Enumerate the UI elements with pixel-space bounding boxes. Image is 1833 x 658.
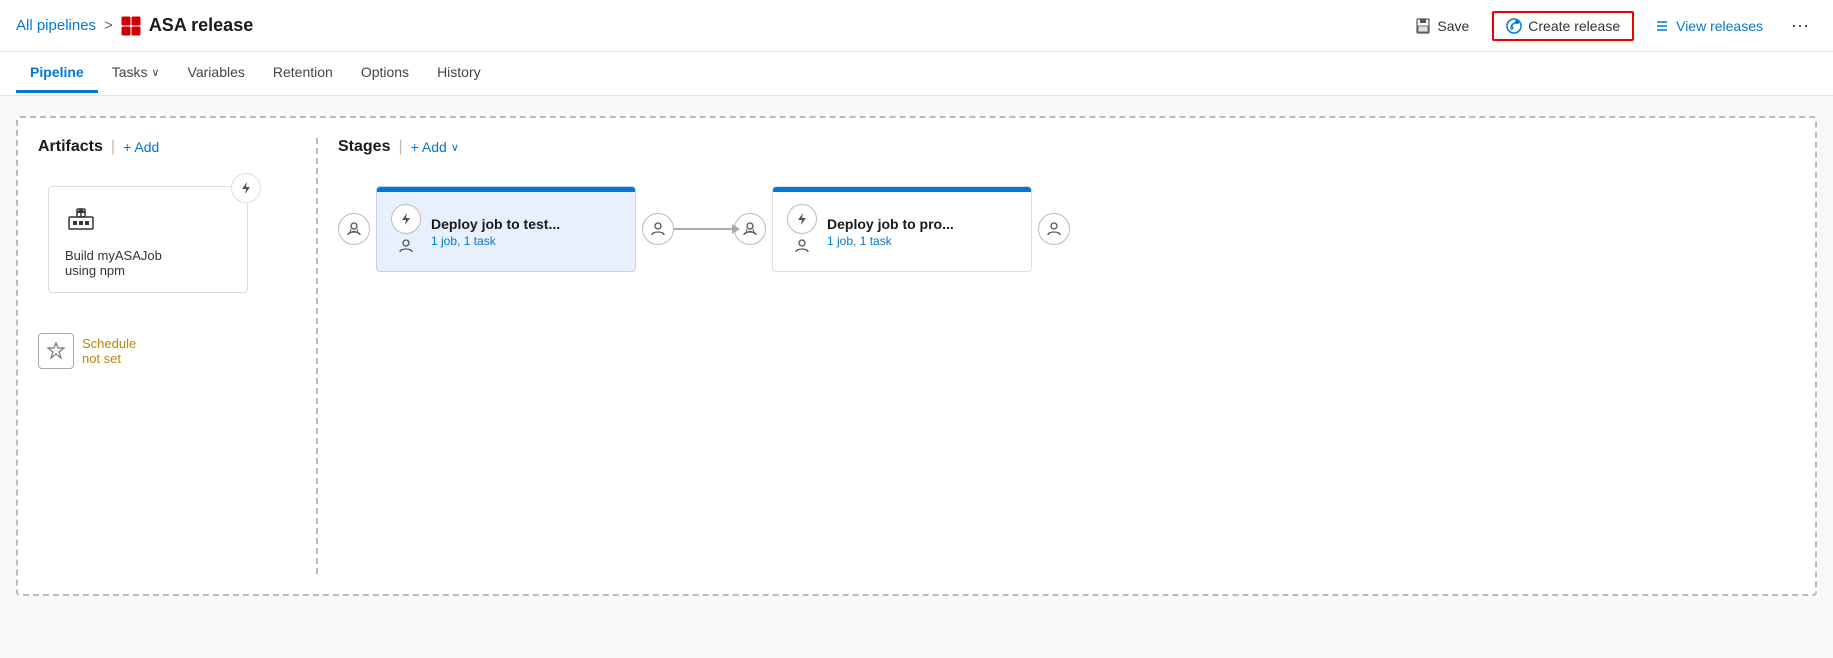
create-release-button[interactable]: Create release (1492, 11, 1634, 41)
stages-panel: Stages | + Add ∨ (318, 138, 1795, 574)
stages-title: Stages (338, 138, 390, 156)
stage1-post-icon[interactable] (642, 213, 674, 245)
tab-retention[interactable]: Retention (259, 54, 347, 93)
schedule-icon (38, 333, 74, 369)
header: All pipelines > ASA release Save (0, 0, 1833, 52)
tab-options[interactable]: Options (347, 54, 423, 93)
artifacts-title: Artifacts (38, 138, 103, 156)
tab-pipeline[interactable]: Pipeline (16, 54, 98, 93)
stage1-name: Deploy job to test... (431, 216, 621, 232)
view-releases-icon (1654, 18, 1670, 34)
tab-tasks[interactable]: Tasks ∨ (98, 54, 174, 93)
stage2-lightning-icon (787, 204, 817, 234)
tasks-dropdown-arrow: ∨ (151, 66, 159, 79)
stages-dropdown-arrow: ∨ (451, 141, 459, 154)
stages-sep: | (398, 138, 402, 156)
artifact-name: Build myASAJob using npm (65, 248, 162, 278)
create-release-icon (1506, 18, 1522, 34)
stage2-info: Deploy job to pro... 1 job, 1 task (827, 216, 1017, 248)
stage1-body: Deploy job to test... 1 job, 1 task (377, 192, 635, 271)
all-pipelines-link[interactable]: All pipelines (16, 17, 96, 34)
tab-variables[interactable]: Variables (174, 54, 259, 93)
view-releases-button[interactable]: View releases (1646, 13, 1771, 39)
stage2-meta: 1 job, 1 task (827, 234, 1017, 248)
more-options-button[interactable]: ··· (1783, 10, 1817, 41)
stage2-left-icons (787, 204, 817, 259)
stage1-info: Deploy job to test... 1 job, 1 task (431, 216, 621, 248)
artifact-card[interactable]: Build myASAJob using npm (48, 186, 248, 293)
page-title: ASA release (149, 15, 253, 36)
stage2-person-icon (794, 238, 810, 259)
stages-add-button[interactable]: + Add ∨ (411, 139, 459, 155)
save-icon (1415, 18, 1431, 34)
create-release-label: Create release (1528, 18, 1620, 34)
header-left: All pipelines > ASA release (16, 15, 253, 36)
tab-history[interactable]: History (423, 54, 495, 93)
stage-connector (674, 228, 734, 230)
artifacts-add-button[interactable]: + Add (123, 139, 159, 155)
nav-tabs: Pipeline Tasks ∨ Variables Retention Opt… (0, 52, 1833, 96)
schedule-section[interactable]: Schedule not set (38, 333, 296, 369)
pipeline-canvas: Artifacts | + Add (16, 116, 1817, 596)
artifact-build-icon (65, 201, 97, 240)
header-actions: Save Create release View releases ··· (1404, 10, 1817, 41)
stages-header: Stages | + Add ∨ (338, 138, 1795, 156)
stage-wrapper-2: Deploy job to pro... 1 job, 1 task (734, 186, 1070, 272)
view-releases-label: View releases (1676, 18, 1763, 34)
main-content: Artifacts | + Add (0, 96, 1833, 658)
artifacts-header: Artifacts | + Add (38, 138, 296, 156)
breadcrumb-separator: > (104, 17, 113, 34)
stage1-meta: 1 job, 1 task (431, 234, 621, 248)
stage1-pre-icon[interactable] (338, 213, 370, 245)
stage1-left-icons (391, 204, 421, 259)
artifacts-panel: Artifacts | + Add (38, 138, 318, 574)
stage-wrapper-1: Deploy job to test... 1 job, 1 task (338, 186, 674, 272)
artifacts-sep: | (111, 138, 115, 156)
save-label: Save (1437, 18, 1469, 34)
schedule-text: Schedule not set (82, 336, 136, 366)
artifact-lightning-icon[interactable] (231, 173, 261, 203)
stage1-lightning-icon (391, 204, 421, 234)
stages-area: Deploy job to test... 1 job, 1 task (338, 186, 1795, 272)
stage2-body: Deploy job to pro... 1 job, 1 task (773, 192, 1031, 271)
pipeline-icon (121, 16, 141, 36)
stage2-name: Deploy job to pro... (827, 216, 1017, 232)
save-button[interactable]: Save (1404, 12, 1480, 40)
stage-card-2[interactable]: Deploy job to pro... 1 job, 1 task (772, 186, 1032, 272)
stage2-post-icon[interactable] (1038, 213, 1070, 245)
stage-card-1[interactable]: Deploy job to test... 1 job, 1 task (376, 186, 636, 272)
stage1-person-icon (398, 238, 414, 259)
